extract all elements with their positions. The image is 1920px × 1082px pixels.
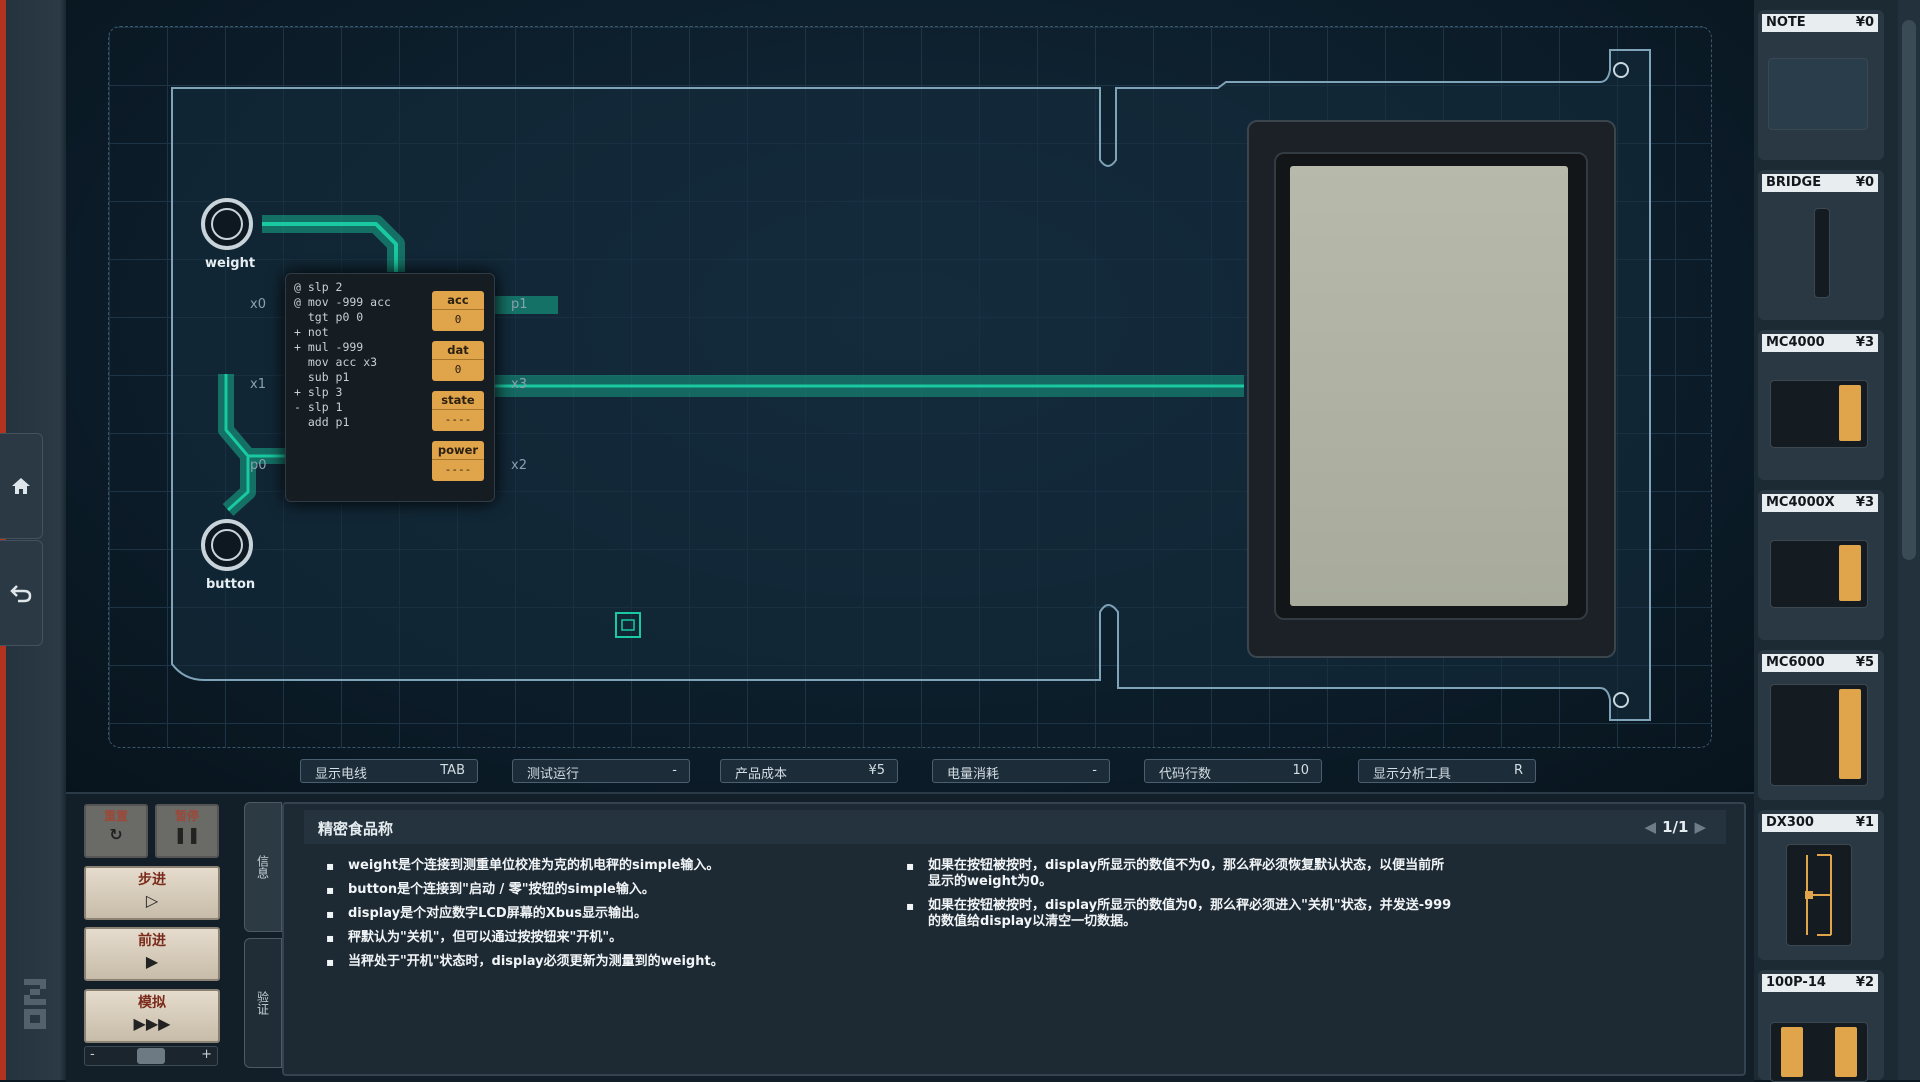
show-analysis-toggle[interactable]: 显示分析工具 R: [1358, 759, 1536, 783]
port-p0: p0: [250, 458, 267, 473]
register-dat: dat 0: [432, 341, 484, 381]
task-title: 精密食品称: [318, 820, 394, 838]
list-item: weight是个连接到测重单位校准为克的机电秤的simple输入。: [326, 858, 886, 874]
simulate-button[interactable]: 模拟 ▶▶▶: [84, 989, 220, 1043]
button-label: button: [206, 577, 256, 592]
pause-button[interactable]: 暂停 ❚❚: [155, 804, 219, 858]
show-wires-toggle[interactable]: 显示电线 TAB: [300, 759, 478, 783]
dx300-thumbnail: [1786, 844, 1852, 946]
port-x0: x0: [250, 297, 266, 312]
list-item: 如果在按钮被按时，display所显示的数值不为0，那么秤必须恢复默认状态，以便…: [906, 858, 1456, 890]
step-button[interactable]: 步进 ▷: [84, 866, 220, 920]
lines-of-code-stat: 代码行数 10: [1144, 759, 1322, 783]
palette-item-mc4000x[interactable]: MC4000X ¥3: [1758, 490, 1884, 640]
reset-button[interactable]: 重置 ↻: [84, 804, 148, 858]
advance-button[interactable]: 前进 ▶: [84, 927, 220, 981]
palette-item-bridge[interactable]: BRIDGE ¥0: [1758, 170, 1884, 320]
port-x3: x3: [511, 377, 527, 392]
pause-icon: ❚❚: [173, 825, 201, 844]
mc6000-chip[interactable]: @ slp 2 @ mov -999 acc tgt p0 0 + not + …: [285, 273, 495, 502]
lcd-screen: [1290, 166, 1568, 606]
reset-icon: ↻: [109, 825, 123, 844]
list-item: 秤默认为"关机"，但可以通过按按钮来"开机"。: [326, 930, 886, 946]
bridge-thumbnail: [1814, 208, 1830, 298]
weight-sensor: [201, 198, 253, 250]
note-thumbnail: [1768, 58, 1868, 130]
step-icon: ▷: [145, 891, 159, 910]
palette-item-dx300[interactable]: DX300 ¥1: [1758, 810, 1884, 960]
port-x1: x1: [250, 377, 266, 392]
page-indicator[interactable]: ◀ 1/1 ▶: [1645, 818, 1706, 836]
port-x2: x2: [511, 458, 527, 473]
palette-scrollbar-thumb[interactable]: [1902, 20, 1916, 560]
tab-verify[interactable]: 验证: [244, 938, 282, 1068]
power-usage-stat: 电量消耗 -: [932, 759, 1110, 783]
button-sensor: [201, 519, 253, 571]
weight-label: weight: [205, 256, 256, 271]
task-bullets-right: 如果在按钮被按时，display所显示的数值不为0，那么秤必须恢复默认状态，以便…: [906, 858, 1456, 938]
palette-item-note[interactable]: NOTE ¥0: [1758, 10, 1884, 160]
speed-plus[interactable]: +: [201, 1047, 212, 1062]
next-page-icon[interactable]: ▶: [1694, 818, 1706, 836]
list-item: display是个对应数字LCD屏幕的Xbus显示输出。: [326, 906, 886, 922]
speed-slider[interactable]: - +: [84, 1046, 218, 1066]
test-runs-stat: 测试运行 -: [512, 759, 690, 783]
palette-item-mc4000[interactable]: MC4000 ¥3: [1758, 330, 1884, 480]
100p14-thumbnail: [1770, 1022, 1868, 1082]
game-logo: [22, 975, 48, 1031]
fast-forward-icon: ▶▶▶: [133, 1014, 171, 1033]
register-state: state ----: [432, 391, 484, 431]
mc6000-thumbnail: [1770, 684, 1868, 786]
play-icon: ▶: [145, 952, 159, 971]
task-bullets-left: weight是个连接到测重单位校准为克的机电秤的simple输入。 button…: [326, 858, 886, 978]
product-cost-stat: 产品成本 ¥5: [720, 759, 898, 783]
register-acc: acc 0: [432, 291, 484, 331]
list-item: button是个连接到"启动 / 零"按钮的simple输入。: [326, 882, 886, 898]
mc4000-thumbnail: [1770, 380, 1868, 448]
register-power: power ----: [432, 441, 484, 481]
mc4000x-thumbnail: [1770, 540, 1868, 608]
port-p1: p1: [511, 297, 528, 312]
palette-item-mc6000[interactable]: MC6000 ¥5: [1758, 650, 1884, 800]
code-editor[interactable]: @ slp 2 @ mov -999 acc tgt p0 0 + not + …: [294, 280, 434, 430]
prev-page-icon[interactable]: ◀: [1645, 818, 1657, 836]
list-item: 当秤处于"开机"状态时，display必须更新为测量到的weight。: [326, 954, 886, 970]
palette-item-100p14[interactable]: 100P-14 ¥2: [1758, 970, 1884, 1082]
tab-info[interactable]: 信息: [244, 802, 282, 932]
task-header: 精密食品称 ◀ 1/1 ▶: [304, 810, 1726, 844]
speed-minus[interactable]: -: [90, 1047, 95, 1062]
speed-slider-handle[interactable]: [137, 1048, 165, 1064]
list-item: 如果在按钮被按时，display所显示的数值为0，那么秤必须进入"关机"状态，并…: [906, 898, 1456, 930]
